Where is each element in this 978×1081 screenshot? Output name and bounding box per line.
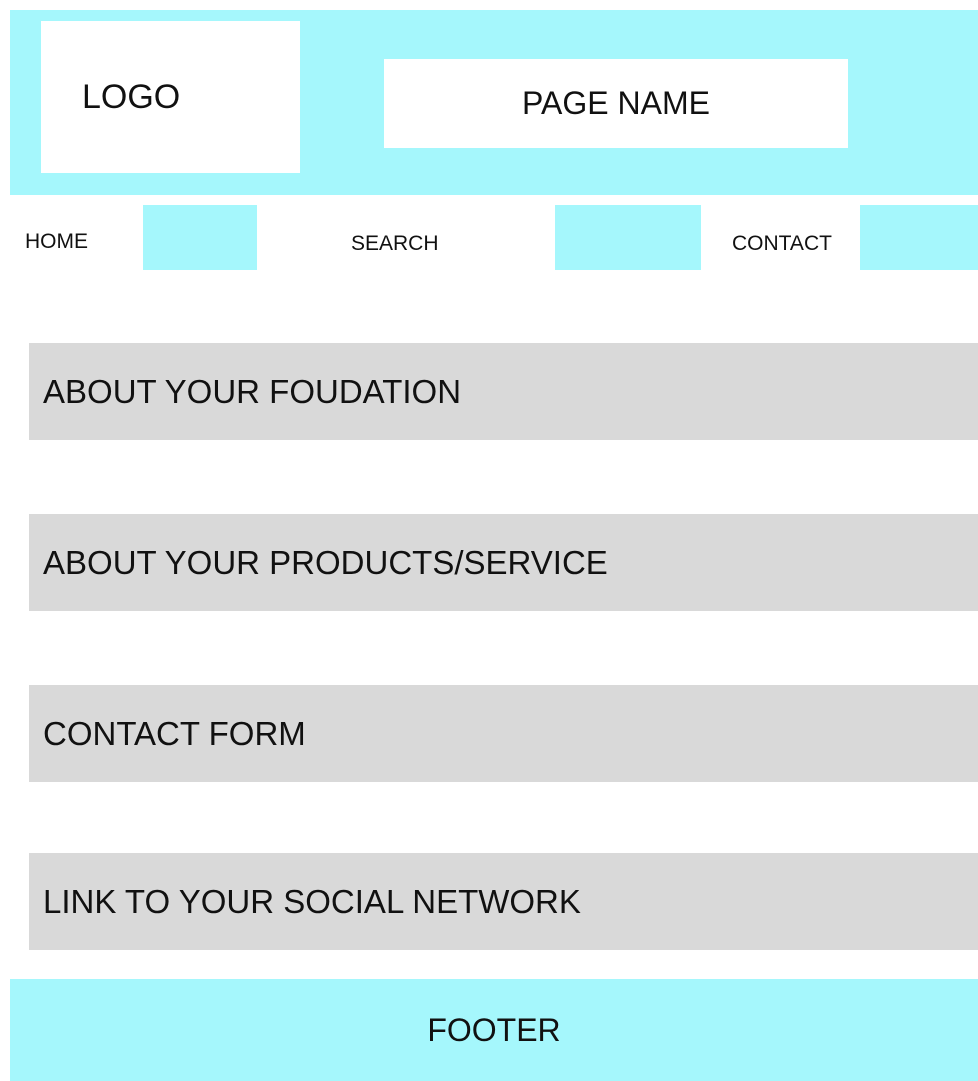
nav-home-link[interactable]: HOME [25, 230, 88, 254]
logo-label: LOGO [82, 77, 181, 116]
page-title: PAGE NAME [384, 59, 848, 148]
page-title-label: PAGE NAME [522, 85, 710, 121]
section-social-network-label: LINK TO YOUR SOCIAL NETWORK [43, 882, 581, 920]
nav-contact-link[interactable]: CONTACT [732, 232, 832, 256]
nav-contact-placeholder[interactable] [860, 205, 978, 270]
section-about-foundation: ABOUT YOUR FOUDATION [29, 343, 978, 440]
nav-search-link[interactable]: SEARCH [351, 232, 439, 256]
section-about-products-label: ABOUT YOUR PRODUCTS/SERVICE [43, 543, 608, 581]
page-footer: FOOTER [10, 979, 978, 1081]
section-contact-form: CONTACT FORM [29, 685, 978, 782]
section-about-products: ABOUT YOUR PRODUCTS/SERVICE [29, 514, 978, 611]
nav-search-placeholder[interactable] [555, 205, 701, 270]
section-social-network: LINK TO YOUR SOCIAL NETWORK [29, 853, 978, 950]
section-about-foundation-label: ABOUT YOUR FOUDATION [43, 372, 462, 410]
logo[interactable]: LOGO [41, 21, 300, 173]
nav-home-placeholder[interactable] [143, 205, 257, 270]
section-contact-form-label: CONTACT FORM [43, 714, 306, 752]
footer-label: FOOTER [427, 1011, 561, 1048]
